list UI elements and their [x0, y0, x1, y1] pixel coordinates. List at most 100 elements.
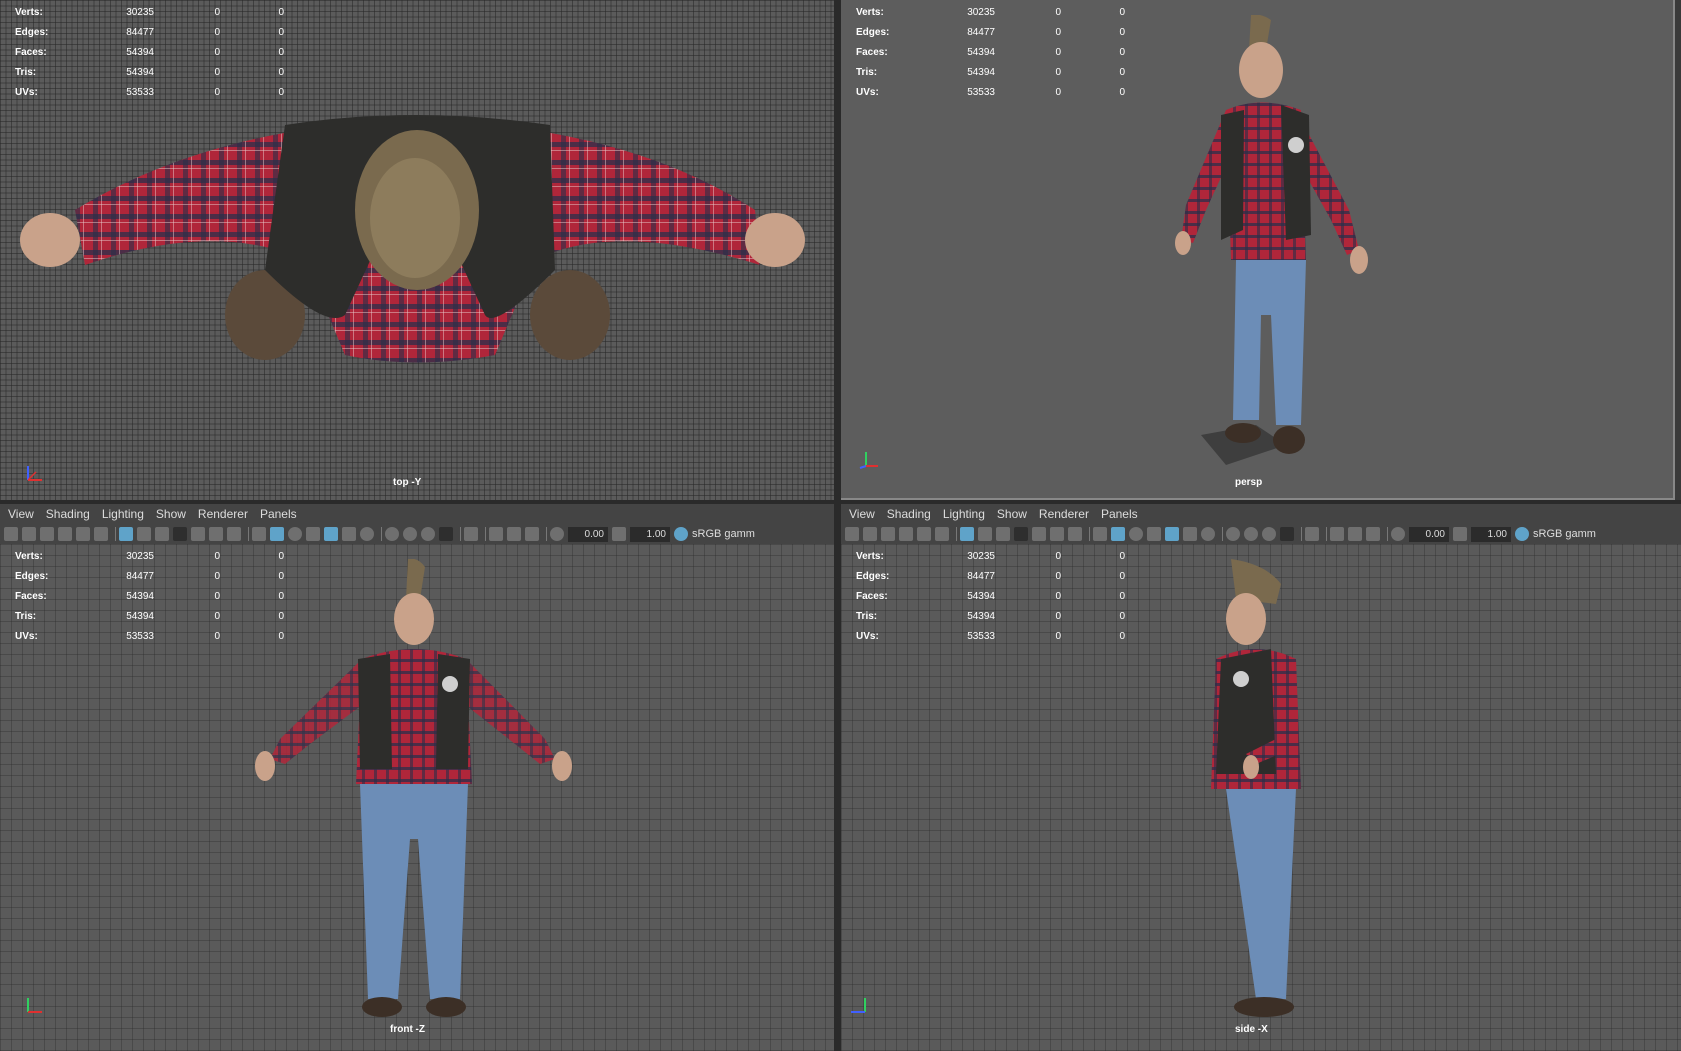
exposure-field[interactable]: 0.00	[1409, 526, 1449, 542]
xray-components-icon[interactable]	[525, 527, 539, 541]
menu-lighting[interactable]: Lighting	[943, 507, 985, 521]
smooth-shade-icon[interactable]	[1111, 527, 1125, 541]
camera-attributes-icon[interactable]	[22, 527, 36, 541]
viewport-persp[interactable]: Verts: 30235 0 0 Edges: 84477 0 0 Faces: 54394 0…	[841, 0, 1675, 500]
xray-icon[interactable]	[489, 527, 503, 541]
grease-pencil-icon[interactable]	[935, 527, 949, 541]
anti-aliasing-icon[interactable]	[1262, 527, 1276, 541]
character-model-top[interactable]	[15, 100, 815, 400]
resolution-gate-icon[interactable]	[996, 527, 1010, 541]
shadows-icon[interactable]	[1201, 527, 1215, 541]
gate-mask-icon[interactable]	[173, 527, 187, 541]
safe-title-icon[interactable]	[1068, 527, 1082, 541]
isolate-select-icon[interactable]	[464, 527, 478, 541]
grid-icon[interactable]	[119, 527, 133, 541]
motion-blur-icon[interactable]	[1244, 527, 1258, 541]
wireframe-on-shaded-icon[interactable]	[1147, 527, 1161, 541]
hud-value: 0	[278, 46, 284, 58]
gamma-field[interactable]: 1.00	[1471, 526, 1511, 542]
depth-of-field-icon[interactable]	[1280, 527, 1294, 541]
safe-action-icon[interactable]	[1050, 527, 1064, 541]
2d-pan-icon[interactable]	[917, 527, 931, 541]
xray-components-icon[interactable]	[1366, 527, 1380, 541]
textured-icon[interactable]	[1165, 527, 1179, 541]
depth-of-field-icon[interactable]	[439, 527, 453, 541]
motion-blur-icon[interactable]	[403, 527, 417, 541]
anti-aliasing-icon[interactable]	[421, 527, 435, 541]
wireframe-icon[interactable]	[252, 527, 266, 541]
grease-pencil-icon[interactable]	[94, 527, 108, 541]
camera-icon[interactable]	[4, 527, 18, 541]
2d-pan-icon[interactable]	[76, 527, 90, 541]
color-space-label[interactable]: sRGB gamm	[1533, 528, 1596, 540]
bookmark-icon[interactable]	[40, 527, 54, 541]
menu-view[interactable]: View	[849, 507, 875, 521]
resolution-gate-icon[interactable]	[155, 527, 169, 541]
camera-attributes-icon[interactable]	[863, 527, 877, 541]
field-chart-icon[interactable]	[191, 527, 205, 541]
menu-show[interactable]: Show	[156, 507, 186, 521]
menu-renderer[interactable]: Renderer	[1039, 507, 1089, 521]
xray-joints-icon[interactable]	[1348, 527, 1362, 541]
menu-view[interactable]: View	[8, 507, 34, 521]
hud-value: 0	[1055, 6, 1061, 18]
shadows-icon[interactable]	[360, 527, 374, 541]
xray-icon[interactable]	[1330, 527, 1344, 541]
character-model-side[interactable]	[1186, 559, 1326, 1039]
xray-joints-icon[interactable]	[507, 527, 521, 541]
toolbar-separator	[1326, 527, 1327, 541]
use-all-lights-icon[interactable]	[1183, 527, 1197, 541]
ambient-occlusion-icon[interactable]	[385, 527, 399, 541]
viewport-top[interactable]: Verts: 30235 0 0 Edges: 84477 0 0 Faces: 54394 0…	[0, 0, 834, 500]
panel-divider-vertical[interactable]	[834, 0, 841, 1051]
smooth-shade-icon[interactable]	[270, 527, 284, 541]
exposure-icon[interactable]	[550, 527, 564, 541]
bookmark-icon[interactable]	[881, 527, 895, 541]
wireframe-icon[interactable]	[1093, 527, 1107, 541]
default-material-icon[interactable]	[1129, 527, 1143, 541]
field-chart-icon[interactable]	[1032, 527, 1046, 541]
use-all-lights-icon[interactable]	[342, 527, 356, 541]
gate-mask-icon[interactable]	[1014, 527, 1028, 541]
gamma-field[interactable]: 1.00	[630, 526, 670, 542]
menu-panels[interactable]: Panels	[260, 507, 297, 521]
menu-renderer[interactable]: Renderer	[198, 507, 248, 521]
film-gate-icon[interactable]	[978, 527, 992, 541]
hud-value: 0	[278, 6, 284, 18]
camera-icon[interactable]	[845, 527, 859, 541]
image-plane-icon[interactable]	[58, 527, 72, 541]
ambient-occlusion-icon[interactable]	[1226, 527, 1240, 541]
hud-label: Verts:	[856, 550, 884, 562]
safe-title-icon[interactable]	[227, 527, 241, 541]
grid-icon[interactable]	[960, 527, 974, 541]
menu-lighting[interactable]: Lighting	[102, 507, 144, 521]
gamma-icon[interactable]	[612, 527, 626, 541]
menu-shading[interactable]: Shading	[887, 507, 931, 521]
toolbar-separator	[381, 527, 382, 541]
hud-value: 54394	[967, 610, 995, 622]
isolate-select-icon[interactable]	[1305, 527, 1319, 541]
textured-icon[interactable]	[324, 527, 338, 541]
menu-shading[interactable]: Shading	[46, 507, 90, 521]
hud-value: 0	[278, 26, 284, 38]
exposure-field[interactable]: 0.00	[568, 526, 608, 542]
menu-show[interactable]: Show	[997, 507, 1027, 521]
character-model-persp[interactable]	[1121, 15, 1421, 485]
color-space-label[interactable]: sRGB gamm	[692, 528, 755, 540]
color-management-icon[interactable]	[674, 527, 688, 541]
safe-action-icon[interactable]	[209, 527, 223, 541]
wireframe-on-shaded-icon[interactable]	[306, 527, 320, 541]
hud-label: Faces:	[15, 46, 47, 58]
panel-divider-horizontal[interactable]	[0, 500, 1681, 504]
viewport-front[interactable]: Verts: 30235 0 0 Edges: 84477 0 0 Faces: 54394 0…	[0, 544, 834, 1051]
film-gate-icon[interactable]	[137, 527, 151, 541]
default-material-icon[interactable]	[288, 527, 302, 541]
gamma-icon[interactable]	[1453, 527, 1467, 541]
viewport-side[interactable]: Verts: 30235 0 0 Edges: 84477 0 0 Faces: 54394 0…	[841, 544, 1681, 1051]
image-plane-icon[interactable]	[899, 527, 913, 541]
exposure-icon[interactable]	[1391, 527, 1405, 541]
character-model-front[interactable]	[250, 559, 580, 1039]
menu-panels[interactable]: Panels	[1101, 507, 1138, 521]
color-management-icon[interactable]	[1515, 527, 1529, 541]
toolbar-separator	[1222, 527, 1223, 541]
